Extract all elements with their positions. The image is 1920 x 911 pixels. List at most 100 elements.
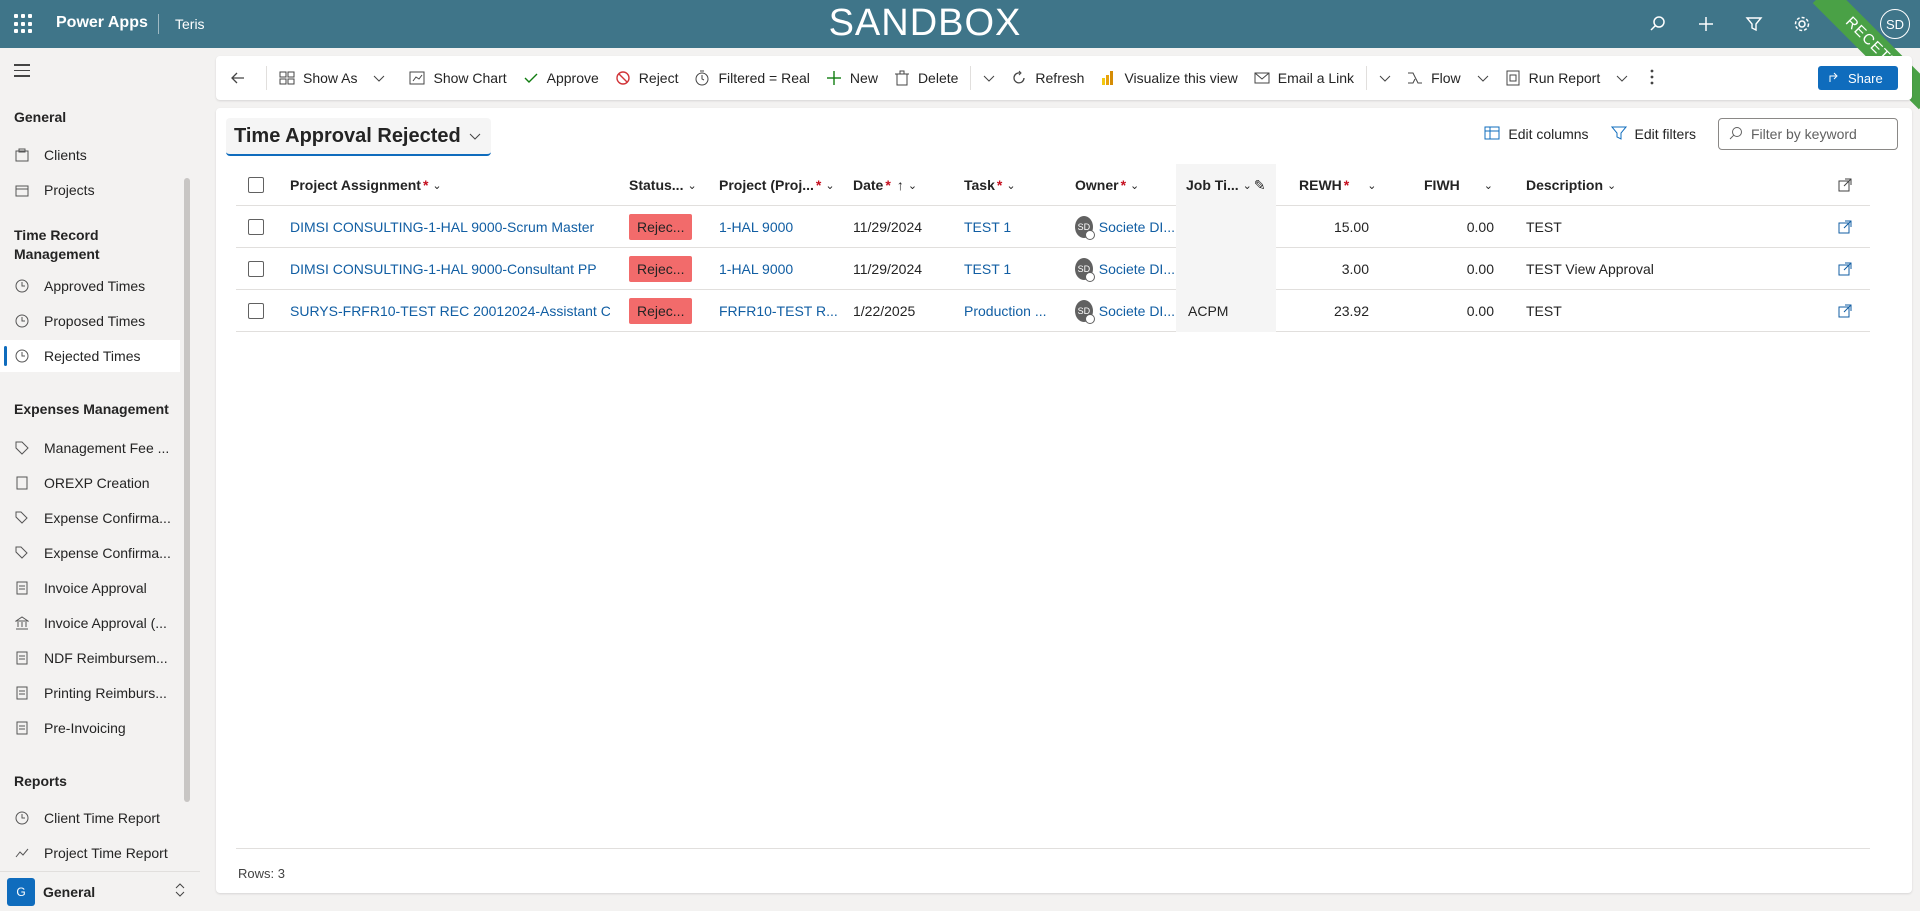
project-link[interactable]: FRFR10-TEST R...: [719, 290, 839, 332]
back-button[interactable]: [222, 60, 262, 96]
date-cell: 11/29/2024: [853, 261, 923, 277]
open-record-icon[interactable]: [1838, 206, 1858, 248]
sidebar-item-clients[interactable]: Clients: [0, 139, 180, 171]
sidebar-item-ndf-reimbursement[interactable]: NDF Reimbursem...: [0, 642, 180, 674]
table-row[interactable]: DIMSI CONSULTING-1-HAL 9000-Consultant P…: [236, 248, 1870, 290]
area-switcher[interactable]: G General: [0, 871, 200, 911]
checkbox[interactable]: [248, 261, 264, 277]
open-record-icon[interactable]: [1838, 248, 1858, 290]
project-assignment-link[interactable]: DIMSI CONSULTING-1-HAL 9000-Consultant P…: [290, 248, 610, 290]
filter-icon: [1610, 125, 1627, 144]
status-cell: Rejec...: [629, 290, 699, 332]
select-all-checkbox[interactable]: [248, 164, 268, 206]
header-fiwh[interactable]: FIWH ⌄: [1424, 164, 1494, 206]
project-assignment-link[interactable]: SURYS-FRFR10-TEST REC 20012024-Assistant…: [290, 290, 610, 332]
sidebar-item-approved-times[interactable]: Approved Times: [0, 270, 180, 302]
sidebar-item-management-fee[interactable]: Management Fee ...: [0, 432, 180, 464]
row-select[interactable]: [248, 248, 268, 290]
edit-filters-button[interactable]: Edit filters: [1610, 125, 1696, 144]
sidebar-item-proposed-times[interactable]: Proposed Times: [0, 305, 180, 337]
sort-ascending-icon: ↑: [896, 177, 904, 193]
checkbox[interactable]: [248, 303, 264, 319]
new-button[interactable]: New: [818, 60, 886, 96]
hamburger-menu-icon[interactable]: [14, 64, 30, 78]
sidebar-item-expense-confirmation-2[interactable]: Expense Confirma...: [0, 537, 180, 569]
project-assignment-link[interactable]: DIMSI CONSULTING-1-HAL 9000-Scrum Master: [290, 206, 610, 248]
row-select[interactable]: [248, 290, 268, 332]
sidebar-scrollbar[interactable]: [184, 178, 190, 802]
visualize-button[interactable]: Visualize this view: [1092, 60, 1245, 96]
approve-button[interactable]: Approve: [515, 60, 607, 96]
chevron-down-icon: ⌄: [825, 179, 835, 192]
show-chart-label: Show Chart: [433, 70, 507, 86]
filter-placeholder: Filter by keyword: [1751, 126, 1857, 142]
sidebar-item-printing-reimbursement[interactable]: Printing Reimburs...: [0, 677, 180, 709]
header-owner[interactable]: Owner * ⌄: [1075, 164, 1150, 206]
run-report-button[interactable]: Run Report: [1497, 60, 1637, 96]
owner-link[interactable]: SD Societe DI...: [1075, 206, 1175, 248]
header-description[interactable]: Description ⌄: [1526, 164, 1626, 206]
sidebar-item-client-time-report[interactable]: Client Time Report: [0, 802, 180, 834]
header-project[interactable]: Project (Proj... * ⌄: [719, 164, 839, 206]
reject-button[interactable]: Reject: [607, 60, 687, 96]
refresh-button[interactable]: Refresh: [1003, 60, 1092, 96]
required-marker: *: [422, 177, 429, 193]
email-link-button[interactable]: Email a Link: [1246, 60, 1362, 96]
search-icon[interactable]: [1634, 0, 1682, 48]
sidebar-item-expense-confirmation-1[interactable]: Expense Confirma...: [0, 502, 180, 534]
more-delete-options-button[interactable]: [975, 60, 1003, 96]
header-task[interactable]: Task * ⌄: [964, 164, 1034, 206]
delete-button[interactable]: Delete: [886, 60, 966, 96]
row-select[interactable]: [248, 206, 268, 248]
header-status[interactable]: Status... ⌄: [629, 164, 699, 206]
owner-link[interactable]: SD Societe DI...: [1075, 248, 1175, 290]
sidebar-item-rejected-times[interactable]: Rejected Times: [0, 340, 180, 372]
header-label: Task: [964, 177, 995, 193]
chevron-down-icon: [469, 128, 481, 144]
status-badge: Rejec...: [629, 298, 693, 324]
more-email-options-button[interactable]: [1371, 60, 1399, 96]
show-as-button[interactable]: Show As: [271, 60, 393, 96]
filter-by-keyword-input[interactable]: Filter by keyword: [1718, 118, 1898, 150]
project-link[interactable]: 1-HAL 9000: [719, 206, 839, 248]
filtered-button[interactable]: Filtered = Real: [686, 60, 817, 96]
sidebar-item-pre-invoicing[interactable]: Pre-Invoicing: [0, 712, 180, 744]
sidebar-item-label: OREXP Creation: [44, 475, 150, 491]
more-commands-button[interactable]: [1642, 60, 1662, 96]
view-selector[interactable]: Time Approval Rejected: [226, 118, 491, 156]
filter-icon[interactable]: [1730, 0, 1778, 48]
header-date[interactable]: Date * ↑ ⌄: [853, 164, 933, 206]
sidebar-item-invoice-approval-2[interactable]: Invoice Approval (...: [0, 607, 180, 639]
task-link[interactable]: TEST 1: [964, 248, 1054, 290]
user-avatar[interactable]: SD: [1880, 9, 1910, 39]
header-job-title[interactable]: Job Ti... ⌄ ✎: [1176, 164, 1276, 206]
share-button[interactable]: Share: [1818, 66, 1898, 90]
edit-columns-button[interactable]: Edit columns: [1484, 125, 1589, 144]
back-arrow-icon: [230, 70, 246, 86]
plus-icon[interactable]: [1682, 0, 1730, 48]
date-cell: 11/29/2024: [853, 219, 923, 235]
task-link[interactable]: TEST 1: [964, 206, 1054, 248]
show-chart-button[interactable]: Show Chart: [401, 60, 514, 96]
header-rewh[interactable]: REWH * ⌄: [1299, 164, 1389, 206]
sidebar-item-project-time-report[interactable]: Project Time Report: [0, 837, 180, 869]
sidebar-item-projects[interactable]: Projects: [0, 174, 180, 206]
header-project-assignment[interactable]: Project Assignment * ⌄: [290, 164, 550, 206]
table-row[interactable]: SURYS-FRFR10-TEST REC 20012024-Assistant…: [236, 290, 1870, 332]
flow-button[interactable]: Flow: [1399, 60, 1497, 96]
open-record-icon[interactable]: [1838, 290, 1858, 332]
sidebar-item-invoice-approval[interactable]: Invoice Approval: [0, 572, 180, 604]
chevron-down-icon: ⌄: [1242, 179, 1252, 192]
table-row[interactable]: DIMSI CONSULTING-1-HAL 9000-Scrum Master…: [236, 206, 1870, 248]
sidebar-item-orexp-creation[interactable]: OREXP Creation: [0, 467, 180, 499]
sidebar-item-label: Printing Reimburs...: [44, 685, 167, 701]
open-in-new-window-icon[interactable]: [1838, 164, 1858, 206]
checkbox[interactable]: [248, 219, 264, 235]
task-link[interactable]: Production ...: [964, 290, 1054, 332]
checkbox[interactable]: [248, 177, 264, 193]
chevron-down-icon: ⌄: [1006, 179, 1016, 192]
owner-link[interactable]: SD Societe DI...: [1075, 290, 1175, 332]
checkmark-icon: [523, 70, 539, 86]
project-link[interactable]: 1-HAL 9000: [719, 248, 839, 290]
chevron-down-icon: ⌄: [907, 179, 918, 192]
